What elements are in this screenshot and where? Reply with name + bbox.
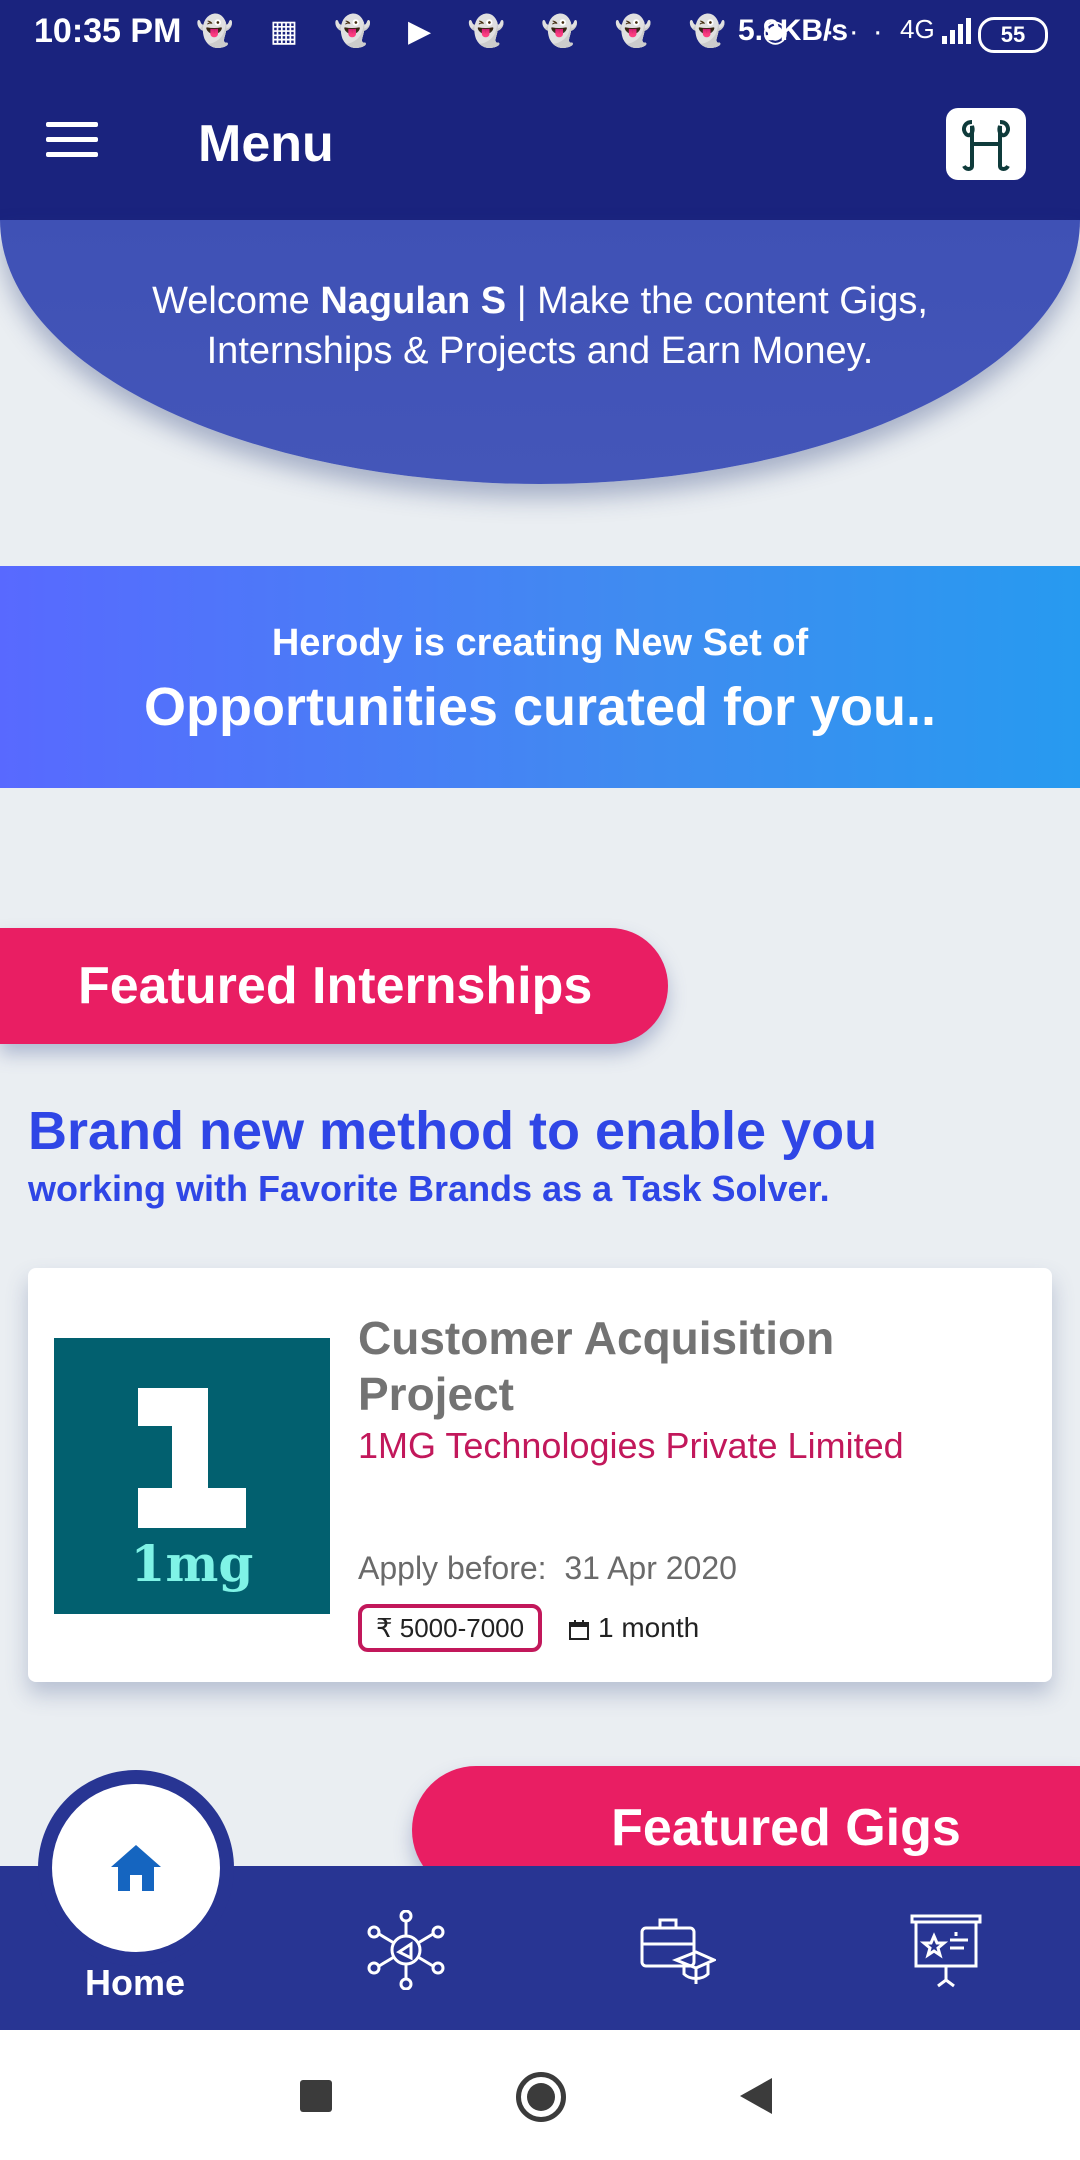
featured-internships-header[interactable]: Featured Internships [0, 928, 668, 1044]
internship-title[interactable]: Customer Acquisition Project [358, 1310, 918, 1422]
opportunities-banner[interactable]: Herody is creating New Set of Opportunit… [0, 566, 1080, 788]
welcome-text: Welcome Nagulan S | Make the content Gig… [60, 276, 1020, 376]
welcome-prefix: Welcome [152, 280, 321, 322]
internships-tagline: Brand new method to enable you [28, 1101, 878, 1161]
status-bar: 10:35 PM 👻 ▦ 👻 ▶ 👻 👻 👻 👻 ◉ ··· 5.9KB/s 4… [0, 0, 1080, 64]
home-icon [111, 1845, 161, 1891]
signal-icon: 4G [900, 14, 974, 45]
apply-before: Apply before: 31 Apr 2020 [358, 1550, 737, 1587]
home-tab-label: Home [84, 1962, 186, 2003]
user-name: Nagulan S [320, 280, 507, 322]
signal-label: 4G [900, 14, 935, 44]
signal-bars-icon [941, 18, 971, 45]
system-home-icon[interactable] [516, 2072, 566, 2122]
network-speed: 5.9KB/s [738, 14, 849, 47]
opportunities-title: Opportunities curated for you.. [143, 677, 937, 737]
recent-apps-icon[interactable] [300, 2080, 332, 2112]
hamburger-menu-icon[interactable] [40, 116, 114, 168]
duration: 1 month [568, 1608, 699, 1648]
apply-label: Apply before: [358, 1550, 547, 1586]
apply-date: 31 Apr 2020 [564, 1550, 737, 1586]
calendar-icon [569, 1619, 589, 1640]
battery-icon: 55 [978, 17, 1048, 53]
presentation-board-icon[interactable] [906, 1910, 986, 1990]
internships-subtagline: working with Favorite Brands as a Task S… [28, 1168, 830, 1209]
duration-text: 1 month [598, 1612, 700, 1643]
1mg-numeral-icon [138, 1388, 246, 1528]
network-megaphone-icon[interactable] [366, 1910, 446, 1990]
home-tab[interactable] [52, 1784, 220, 1952]
stipend-badge: ₹ 5000-7000 [358, 1604, 543, 1652]
herody-logo-icon[interactable] [946, 108, 1026, 180]
company-name: 1MG Technologies Private Limited [358, 1425, 904, 1466]
welcome-banner: Welcome Nagulan S | Make the content Gig… [0, 220, 1080, 484]
briefcase-graduate-icon[interactable] [636, 1910, 716, 1990]
status-time: 10:35 PM [34, 12, 182, 50]
internship-card[interactable]: 1mg Customer Acquisition Project 1MG Tec… [28, 1268, 1052, 1682]
company-logo-text: 1mg [130, 1534, 254, 1593]
app-bar: Menu [0, 64, 1080, 220]
opportunities-subtitle: Herody is creating New Set of [271, 622, 809, 664]
page-title: Menu [198, 115, 334, 173]
company-logo: 1mg [54, 1338, 330, 1614]
back-icon[interactable] [740, 2078, 772, 2114]
system-navigation-bar [0, 2030, 1080, 2160]
